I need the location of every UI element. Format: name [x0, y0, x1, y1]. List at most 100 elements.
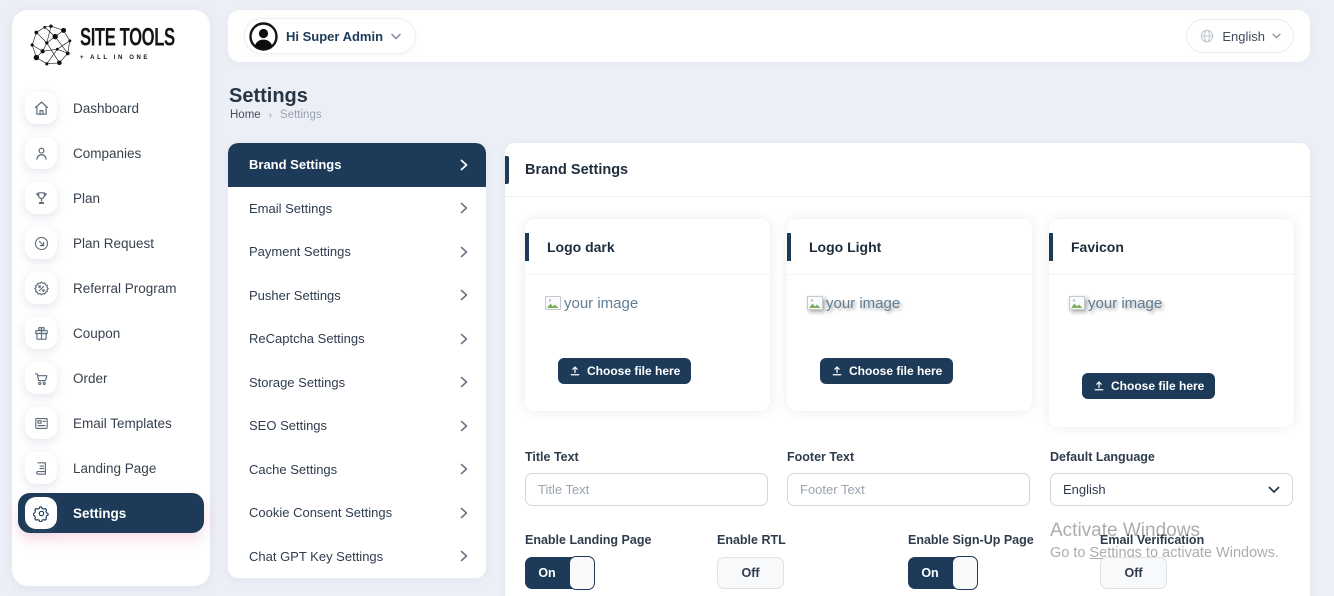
sidebar-item-label: Landing Page — [73, 461, 156, 476]
language-selector[interactable]: English — [1186, 19, 1294, 53]
choose-file-button[interactable]: Choose file here — [820, 358, 953, 384]
brand-tagline: + ALL IN ONE — [80, 55, 188, 61]
sidebar-item-landing-page[interactable]: Landing Page — [18, 448, 204, 488]
card-header: Logo Light — [787, 219, 1032, 275]
sidebar-item-settings[interactable]: Settings — [18, 493, 204, 533]
cart-icon — [25, 362, 57, 394]
broken-image-icon — [1069, 296, 1087, 311]
sidebar-item-plan[interactable]: Plan — [18, 178, 204, 218]
user-menu[interactable]: Hi Super Admin — [244, 18, 416, 54]
favicon-card: Favicon your image Choose file here — [1049, 219, 1294, 427]
toggle-state: On — [525, 557, 569, 589]
sidebar-item-label: Email Templates — [73, 416, 172, 431]
network-sphere-icon — [28, 22, 74, 68]
email-verification-group: Email Verification Off — [1050, 533, 1204, 589]
card-title: Favicon — [1071, 239, 1124, 255]
sidebar-item-label: Companies — [73, 146, 141, 161]
title-text-field-group: Title Text — [525, 450, 770, 506]
settings-menu-label: SEO Settings — [249, 418, 327, 433]
breadcrumb-home-link[interactable]: Home — [230, 109, 261, 121]
upload-icon — [1093, 380, 1105, 392]
sidebar-item-label: Settings — [73, 506, 126, 521]
settings-menu-item-cache[interactable]: Cache Settings — [228, 448, 486, 492]
settings-menu-label: Payment Settings — [249, 244, 351, 259]
footer-text-input[interactable] — [787, 473, 1030, 506]
logo-cards: Logo dark your image Choose file here Lo… — [525, 219, 1294, 427]
broken-image-icon — [807, 296, 825, 311]
settings-menu-label: Pusher Settings — [249, 288, 341, 303]
settings-menu-item-brand[interactable]: Brand Settings — [228, 143, 486, 187]
sidebar: SITE TOOLS + ALL IN ONE Dashboard Compan… — [12, 10, 210, 586]
settings-menu-item-payment[interactable]: Payment Settings — [228, 230, 486, 274]
field-label: Footer Text — [787, 450, 1032, 464]
email-verification-toggle[interactable]: Off — [1100, 557, 1167, 589]
sidebar-item-coupon[interactable]: Coupon — [18, 313, 204, 353]
user-greeting: Hi Super Admin — [286, 29, 383, 44]
sidebar-item-referral-program[interactable]: Referral Program — [18, 268, 204, 308]
logo-light-preview: your image — [807, 295, 900, 312]
logo-light-card: Logo Light your image Choose file here — [787, 219, 1032, 411]
card-title: Logo dark — [547, 239, 615, 255]
document-icon — [25, 452, 57, 484]
toggle-knob — [952, 556, 978, 590]
sidebar-item-companies[interactable]: Companies — [18, 133, 204, 173]
chevron-right-icon — [460, 246, 468, 258]
enable-signup-page-toggle[interactable]: On — [908, 557, 977, 589]
image-alt-text: your image — [1088, 295, 1162, 312]
sidebar-item-email-templates[interactable]: Email Templates — [18, 403, 204, 443]
topbar: Hi Super Admin English — [228, 10, 1310, 62]
settings-menu-item-seo[interactable]: SEO Settings — [228, 404, 486, 448]
settings-menu-item-recaptcha[interactable]: ReCaptcha Settings — [228, 317, 486, 361]
card-header: Favicon — [1049, 219, 1294, 275]
settings-menu-item-pusher[interactable]: Pusher Settings — [228, 274, 486, 318]
settings-menu-label: Cache Settings — [249, 462, 337, 477]
default-language-select[interactable]: English — [1050, 473, 1293, 506]
sidebar-item-label: Plan Request — [73, 236, 154, 251]
brand-name: SITE TOOLS — [80, 26, 175, 51]
arrow-circle-icon — [25, 227, 57, 259]
settings-menu-item-chatgpt-key[interactable]: Chat GPT Key Settings — [228, 535, 486, 579]
enable-rtl-toggle[interactable]: Off — [717, 557, 784, 589]
brand-settings-panel: Brand Settings Logo dark your image Choo… — [505, 143, 1310, 596]
brand-logo[interactable]: SITE TOOLS + ALL IN ONE — [12, 10, 210, 68]
title-text-input[interactable] — [525, 473, 768, 506]
chevron-right-icon — [460, 376, 468, 388]
layout-icon — [25, 407, 57, 439]
choose-file-label: Choose file here — [849, 364, 942, 378]
breadcrumb-current: Settings — [280, 109, 322, 121]
settings-menu-item-cookie-consent[interactable]: Cookie Consent Settings — [228, 491, 486, 535]
toggle-state: Off — [1124, 566, 1142, 580]
page-title: Settings — [229, 85, 308, 108]
chevron-right-icon — [460, 289, 468, 301]
breadcrumb: Home › Settings — [230, 109, 322, 121]
settings-menu-label: Cookie Consent Settings — [249, 505, 392, 520]
chevron-right-icon — [460, 550, 468, 562]
sidebar-item-plan-request[interactable]: Plan Request — [18, 223, 204, 263]
settings-menu-label: Email Settings — [249, 201, 332, 216]
sidebar-item-order[interactable]: Order — [18, 358, 204, 398]
settings-menu-label: Brand Settings — [249, 157, 341, 172]
chevron-right-icon — [460, 202, 468, 214]
sidebar-item-label: Coupon — [73, 326, 120, 341]
chevron-down-icon — [391, 33, 401, 40]
choose-file-button[interactable]: Choose file here — [558, 358, 691, 384]
sidebar-item-dashboard[interactable]: Dashboard — [18, 88, 204, 128]
panel-title: Brand Settings — [525, 162, 628, 178]
settings-menu-item-email[interactable]: Email Settings — [228, 187, 486, 231]
selected-language: English — [1063, 482, 1106, 497]
broken-image-icon — [545, 296, 563, 311]
brand-form-row: Title Text Footer Text Default Language … — [525, 450, 1294, 510]
gear-icon — [25, 497, 57, 529]
choose-file-label: Choose file here — [587, 364, 680, 378]
default-language-field-group: Default Language English — [1050, 450, 1295, 506]
settings-menu-item-storage[interactable]: Storage Settings — [228, 361, 486, 405]
choose-file-label: Choose file here — [1111, 379, 1204, 393]
enable-signup-page-group: Enable Sign-Up Page On — [908, 533, 1034, 589]
enable-landing-page-toggle[interactable]: On — [525, 557, 594, 589]
settings-menu-label: Storage Settings — [249, 375, 345, 390]
globe-icon — [1199, 28, 1215, 44]
field-label: Default Language — [1050, 450, 1295, 464]
panel-header: Brand Settings — [505, 143, 1310, 197]
card-title: Logo Light — [809, 239, 881, 255]
choose-file-button[interactable]: Choose file here — [1082, 373, 1215, 399]
